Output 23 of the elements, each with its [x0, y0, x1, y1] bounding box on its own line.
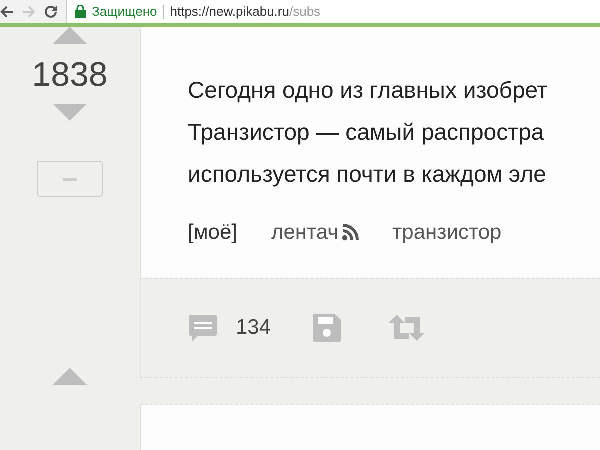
address-bar[interactable]: Защищено https://new.pikabu.ru/subs — [66, 0, 600, 23]
forward-icon[interactable] — [22, 4, 36, 18]
comment-icon[interactable] — [188, 313, 218, 343]
reload-icon[interactable] — [44, 4, 58, 18]
minus-icon — [63, 178, 77, 180]
post-text-line: Транзистор — самый распростра — [188, 118, 546, 147]
collapse-button[interactable] — [37, 161, 103, 197]
rss-icon[interactable] — [342, 224, 359, 242]
upvote-icon[interactable] — [53, 368, 87, 386]
tag-link[interactable]: транзистор — [392, 217, 502, 248]
post-text-line: используется почти в каждом эле — [188, 160, 548, 189]
repost-icon[interactable] — [389, 315, 426, 341]
downvote-icon[interactable] — [53, 104, 87, 121]
post-text-line: Сегодня одно из главных изобрет — [188, 76, 549, 105]
url-text: https://new.pikabu.ru/subs — [170, 2, 321, 21]
lock-icon — [75, 5, 86, 18]
back-icon[interactable] — [0, 4, 14, 18]
rating-count: 1838 — [32, 58, 108, 92]
security-label: Защищено — [92, 2, 158, 21]
tag-link[interactable]: [моё] — [188, 217, 238, 248]
comment-count: 134 — [236, 315, 272, 342]
community-link[interactable]: лентач — [271, 217, 339, 248]
save-icon[interactable] — [313, 314, 342, 342]
